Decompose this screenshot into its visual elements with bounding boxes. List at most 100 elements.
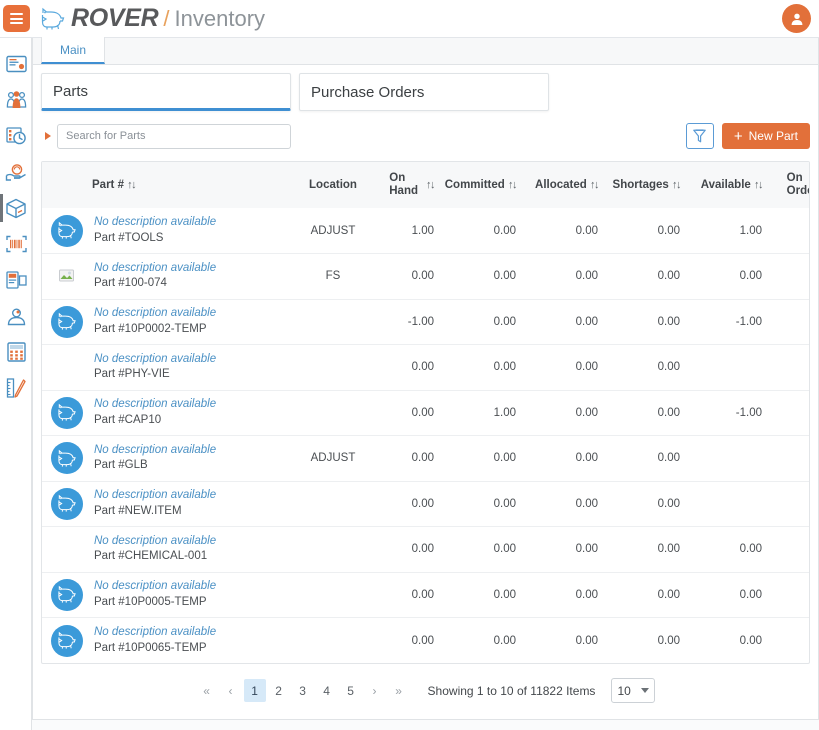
cell-committed: 0.00 <box>438 254 520 300</box>
cell-part: No description availablePart #10P0065-TE… <box>42 618 302 664</box>
user-avatar-icon[interactable] <box>782 4 811 33</box>
column-header-available[interactable]: Available ↑↓ <box>684 162 766 208</box>
part-description-link[interactable]: No description available <box>94 534 216 550</box>
cell-shortages: 0.00 <box>602 299 684 345</box>
part-description-link[interactable]: No description available <box>94 306 216 322</box>
cell-part: No description availablePart #10P0005-TE… <box>42 572 302 618</box>
sidebar-item-schedule[interactable] <box>0 120 32 152</box>
part-number: Part #10P0065-TEMP <box>94 641 216 657</box>
ruler-pencil-icon <box>6 378 26 398</box>
cell-shortages: 0.00 <box>602 254 684 300</box>
column-label-shortages: Shortages <box>613 179 669 191</box>
pagination-page-1[interactable]: 1 <box>244 679 266 702</box>
page-size-select[interactable]: 10 <box>611 678 655 703</box>
cell-location <box>302 299 364 345</box>
filter-button[interactable] <box>686 123 714 149</box>
pagination-next[interactable]: › <box>364 679 386 702</box>
triangle-right-icon[interactable] <box>41 132 55 140</box>
column-header-committed[interactable]: Committed ↑↓ <box>438 162 520 208</box>
part-description-link[interactable]: No description available <box>94 352 216 368</box>
cell-allocated: 0.00 <box>520 390 602 436</box>
column-header-allocated[interactable]: Allocated ↑↓ <box>520 162 602 208</box>
cell-available <box>684 481 766 527</box>
new-part-label: New Part <box>749 129 798 143</box>
table-row[interactable]: No description availablePart #10P0005-TE… <box>42 572 810 618</box>
pagination-page-5[interactable]: 5 <box>340 679 362 702</box>
pagination-page-4[interactable]: 4 <box>316 679 338 702</box>
pagination-first[interactable]: « <box>196 679 218 702</box>
sort-icon-allocated[interactable]: ↑↓ <box>590 179 598 191</box>
cell-shortages: 0.00 <box>602 572 684 618</box>
inventory-panel: Main Parts Purchase Orders <box>32 38 819 720</box>
column-header-location[interactable]: Location <box>302 162 364 208</box>
cell-committed: 0.00 <box>438 208 520 254</box>
cell-location <box>302 345 364 391</box>
part-description-link[interactable]: No description available <box>94 579 216 595</box>
table-row[interactable]: No description availablePart #NEW.ITEM0.… <box>42 481 810 527</box>
sidebar-item-user[interactable] <box>0 300 32 332</box>
cell-shortages: 0.00 <box>602 208 684 254</box>
no-image-placeholder <box>51 533 83 565</box>
part-description-link[interactable]: No description available <box>94 625 216 641</box>
card-parts[interactable]: Parts <box>41 73 291 111</box>
sidebar-item-design[interactable] <box>0 372 32 404</box>
cell-allocated: 0.00 <box>520 436 602 482</box>
cell-on-order: 0.00 <box>766 345 810 391</box>
cell-shortages: 0.00 <box>602 345 684 391</box>
new-part-button[interactable]: + New Part <box>722 123 810 149</box>
table-row[interactable]: No description availablePart #CHEMICAL-0… <box>42 527 810 573</box>
sort-icon-part[interactable]: ↑↓ <box>127 179 135 191</box>
sidebar-item-printer[interactable] <box>0 264 32 296</box>
part-number: Part #TOOLS <box>94 231 216 247</box>
table-row[interactable]: No description availablePart #PHY-VIE 0.0… <box>42 345 810 391</box>
table-row[interactable]: No description availablePart #CAP100.001… <box>42 390 810 436</box>
cell-part: No description availablePart #PHY-VIE <box>42 345 302 391</box>
column-header-on-order[interactable]: On Order ↑↓ <box>766 162 810 208</box>
part-description-link[interactable]: No description available <box>94 443 216 459</box>
cell-on-hand: 0.00 <box>364 390 438 436</box>
cell-location <box>302 618 364 664</box>
search-input[interactable] <box>57 124 291 149</box>
table-row[interactable]: No description availablePart #100-074FS0… <box>42 254 810 300</box>
sort-icon-on-hand[interactable]: ↑↓ <box>426 179 434 191</box>
cell-available: 0.00 <box>684 572 766 618</box>
part-description-link[interactable]: No description available <box>94 397 216 413</box>
part-description-link[interactable]: No description available <box>94 488 216 504</box>
sidebar-item-service[interactable] <box>0 156 32 188</box>
cell-shortages: 0.00 <box>602 390 684 436</box>
sidebar-item-calculator[interactable] <box>0 336 32 368</box>
column-header-shortages[interactable]: Shortages ↑↓ <box>602 162 684 208</box>
cell-on-order: 0.00 <box>766 208 810 254</box>
column-header-part[interactable]: Part # ↑↓ <box>42 162 302 208</box>
table-row[interactable]: No description availablePart #TOOLSADJUS… <box>42 208 810 254</box>
part-description-link[interactable]: No description available <box>94 215 216 231</box>
cell-on-hand: 1.00 <box>364 208 438 254</box>
column-label-on-order-2: Order <box>787 185 810 198</box>
cell-available: 0.00 <box>684 527 766 573</box>
sidebar-item-id-card[interactable] <box>0 48 32 80</box>
pagination-page-3[interactable]: 3 <box>292 679 314 702</box>
sidebar-item-barcode[interactable] <box>0 228 32 260</box>
tab-main[interactable]: Main <box>41 37 105 64</box>
table-row[interactable]: No description availablePart #10P0065-TE… <box>42 618 810 664</box>
sidebar-item-people[interactable] <box>0 84 32 116</box>
column-header-on-hand[interactable]: On Hand ↑↓ <box>364 162 438 208</box>
hamburger-icon[interactable] <box>3 5 30 32</box>
sort-icon-shortages[interactable]: ↑↓ <box>672 179 680 191</box>
cell-on-order: 0.00 <box>766 299 810 345</box>
page-title: Inventory <box>175 6 266 32</box>
cell-location <box>302 527 364 573</box>
cell-allocated: 0.00 <box>520 299 602 345</box>
sort-icon-available[interactable]: ↑↓ <box>754 179 762 191</box>
sort-icon-committed[interactable]: ↑↓ <box>508 179 516 191</box>
table-row[interactable]: No description availablePart #10P0002-TE… <box>42 299 810 345</box>
part-description-link[interactable]: No description available <box>94 261 216 277</box>
table-row[interactable]: No description availablePart #GLBADJUST0… <box>42 436 810 482</box>
card-purchase-orders[interactable]: Purchase Orders <box>299 73 549 111</box>
column-label-on-order-1: On <box>787 172 810 185</box>
pagination-last[interactable]: » <box>388 679 410 702</box>
pagination-prev[interactable]: ‹ <box>220 679 242 702</box>
pagination-page-2[interactable]: 2 <box>268 679 290 702</box>
cell-committed: 0.00 <box>438 299 520 345</box>
sidebar-item-inventory[interactable] <box>0 192 32 224</box>
